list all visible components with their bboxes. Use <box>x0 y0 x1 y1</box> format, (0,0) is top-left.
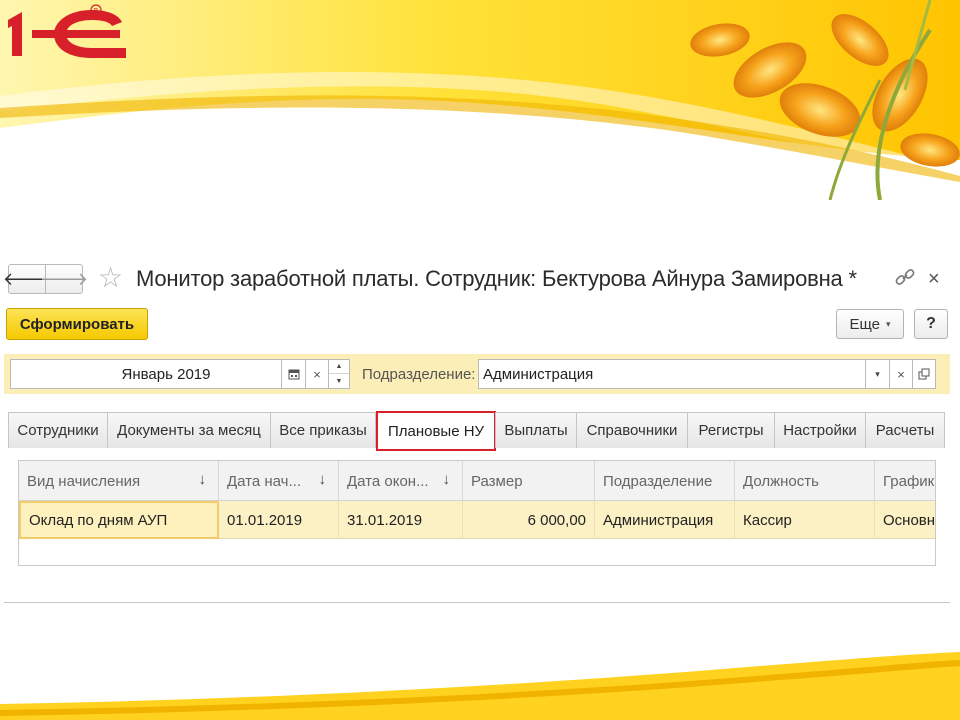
table-cell[interactable]: Основн <box>875 501 935 539</box>
sort-arrow-icon: ↓ <box>198 471 207 488</box>
1c-logo: R <box>2 2 132 62</box>
column-header[interactable]: Дата окон... ↓ <box>339 461 463 501</box>
calendar-button[interactable] <box>281 359 306 389</box>
department-open-button[interactable] <box>912 359 936 389</box>
tab-payments[interactable]: Выплаты <box>495 412 577 448</box>
tab-planned-accruals[interactable]: Плановые НУ <box>376 411 496 451</box>
arrow-right-icon: 🡒 <box>39 268 89 289</box>
column-header[interactable]: Должность <box>735 461 875 501</box>
forward-button[interactable]: 🡒 <box>40 264 88 294</box>
window-titlebar: 🡐 🡒 ☆ Монитор заработной платы. Сотрудни… <box>3 262 950 298</box>
slide-header-decoration <box>0 0 960 200</box>
close-icon[interactable]: × <box>928 264 940 294</box>
tab-all-orders[interactable]: Все приказы <box>270 412 376 448</box>
payroll-monitor-window: 🡐 🡒 ☆ Монитор заработной платы. Сотрудни… <box>3 258 950 603</box>
chevron-down-icon: ▾ <box>886 318 891 329</box>
sort-arrow-icon: ↓ <box>442 471 451 488</box>
tab-directories[interactable]: Справочники <box>576 412 688 448</box>
sort-arrow-icon: ↓ <box>318 471 327 488</box>
tab-registers[interactable]: Регистры <box>687 412 775 448</box>
tab-calculations[interactable]: Расчеты <box>865 412 945 448</box>
planned-accruals-table: Вид начисления ↓ Дата нач... ↓ Дата окон..… <box>18 460 936 566</box>
table-cell[interactable]: Кассир <box>735 501 875 539</box>
tab-employees[interactable]: Сотрудники <box>8 412 108 448</box>
period-clear-button[interactable]: × <box>305 359 329 389</box>
tab-divider <box>4 602 950 603</box>
open-window-icon <box>918 368 930 380</box>
table-row[interactable]: Оклад по дням АУП 01.01.2019 31.01.2019 … <box>19 501 935 539</box>
table-cell[interactable]: 01.01.2019 <box>219 501 339 539</box>
column-header[interactable]: График <box>875 461 935 501</box>
generate-button[interactable]: Сформировать <box>6 308 148 340</box>
favorite-star-icon[interactable]: ☆ <box>98 262 123 294</box>
link-icon[interactable] <box>894 266 916 290</box>
tab-settings[interactable]: Настройки <box>774 412 866 448</box>
tab-month-documents[interactable]: Документы за месяц <box>107 412 271 448</box>
help-button[interactable]: ? <box>914 309 948 339</box>
period-spinner[interactable]: ▲ ▼ <box>328 359 350 389</box>
table-cell[interactable]: Оклад по дням АУП <box>19 501 219 539</box>
department-label: Подразделение: <box>362 366 476 383</box>
spin-down-icon[interactable]: ▼ <box>329 374 349 388</box>
command-bar: Сформировать Еще ▾ ? <box>4 308 950 342</box>
column-header[interactable]: Дата нач... ↓ <box>219 461 339 501</box>
column-header[interactable]: Вид начисления ↓ <box>19 461 219 501</box>
filter-panel: Январь 2019 × ▲ ▼ Подразделение: Админис… <box>4 354 950 394</box>
slide-footer-decoration <box>0 640 960 720</box>
tab-bar: Сотрудники Документы за месяц Все приказ… <box>4 411 950 603</box>
department-dropdown-button[interactable]: ▾ <box>865 359 890 389</box>
table-cell[interactable]: 31.01.2019 <box>339 501 463 539</box>
column-header[interactable]: Размер <box>463 461 595 501</box>
table-cell[interactable]: 6 000,00 <box>463 501 595 539</box>
column-header[interactable]: Подразделение <box>595 461 735 501</box>
spin-up-icon[interactable]: ▲ <box>329 360 349 374</box>
calendar-icon <box>288 369 299 380</box>
department-input[interactable]: Администрация <box>478 359 866 389</box>
more-button[interactable]: Еще ▾ <box>836 309 904 339</box>
more-label: Еще <box>849 315 880 333</box>
svg-text:R: R <box>94 7 99 15</box>
period-input[interactable]: Январь 2019 <box>10 359 282 389</box>
table-cell[interactable]: Администрация <box>595 501 735 539</box>
department-clear-button[interactable]: × <box>889 359 913 389</box>
table-header: Вид начисления ↓ Дата нач... ↓ Дата окон..… <box>19 461 935 501</box>
window-title: Монитор заработной платы. Сотрудник: Бек… <box>136 266 857 291</box>
